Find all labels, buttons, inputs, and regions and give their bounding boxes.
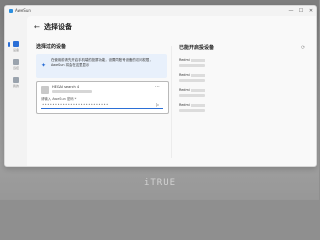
back-arrow-icon[interactable]: ← bbox=[34, 23, 42, 31]
main-content: ← 选择设备 选择过的设备 ✦ 在使用前请先开启手机端的投屏功能，设置同账号设备… bbox=[27, 16, 316, 166]
nearby-devices-title: 已能开启投设备 bbox=[179, 45, 215, 51]
device-id-redacted bbox=[179, 64, 205, 67]
device-id-redacted bbox=[52, 90, 92, 93]
sidebar-item-devices[interactable]: 设备 bbox=[8, 40, 24, 54]
app-window: AweSun — ☐ ✕ 设备 远控 我的 ← 选择设备 选择过的设备 ✦ 在使… bbox=[4, 5, 317, 167]
device-icon bbox=[13, 41, 19, 47]
list-item[interactable]: Redmi bbox=[179, 88, 299, 102]
send-icon[interactable]: ▷ bbox=[156, 102, 159, 108]
sidebar-item-label: 远控 bbox=[12, 66, 19, 70]
refresh-icon[interactable]: ⟳ bbox=[301, 45, 305, 51]
list-item[interactable]: Redmi bbox=[179, 58, 299, 72]
close-button[interactable]: ✕ bbox=[306, 7, 316, 15]
minimize-button[interactable]: — bbox=[286, 7, 296, 15]
list-item[interactable]: Redmi bbox=[179, 73, 299, 87]
remote-icon bbox=[13, 59, 19, 65]
app-logo-icon bbox=[9, 9, 13, 13]
watermark-logo: iTRUE bbox=[143, 178, 177, 188]
sidebar-item-me[interactable]: 我的 bbox=[8, 76, 24, 90]
sidebar-item-label: 设备 bbox=[12, 48, 19, 52]
nearby-device-name: Redmi bbox=[179, 103, 205, 108]
title-bar: AweSun — ☐ ✕ bbox=[5, 6, 316, 16]
device-id-redacted bbox=[179, 109, 205, 112]
column-divider bbox=[171, 46, 172, 158]
device-card[interactable]: HEGAI search 4 ⋯ 请输入 AweSun 密码 * •••••••… bbox=[36, 81, 169, 114]
device-id-redacted bbox=[179, 79, 205, 82]
device-id-redacted bbox=[179, 94, 205, 97]
user-icon bbox=[13, 77, 19, 83]
password-value: •••••••••••••••••••••••••• bbox=[42, 102, 109, 107]
nearby-device-name: Redmi bbox=[179, 88, 205, 93]
more-icon[interactable]: ⋯ bbox=[155, 85, 160, 90]
sidebar: 设备 远控 我的 bbox=[5, 16, 27, 166]
selected-devices-title: 选择过的设备 bbox=[36, 44, 67, 50]
sidebar-item-label: 我的 bbox=[12, 84, 19, 88]
list-item[interactable]: Redmi bbox=[179, 103, 299, 117]
sparkle-icon: ✦ bbox=[40, 62, 47, 69]
screen-photo: AweSun — ☐ ✕ 设备 远控 我的 ← 选择设备 选择过的设备 ✦ 在使… bbox=[0, 0, 319, 200]
page-title: 选择设备 bbox=[44, 23, 72, 31]
sidebar-item-remote[interactable]: 远控 bbox=[8, 58, 24, 72]
phone-icon bbox=[41, 86, 49, 94]
app-name: AweSun bbox=[15, 8, 31, 13]
nearby-device-name: Redmi bbox=[179, 73, 205, 78]
nearby-device-name: Redmi bbox=[179, 58, 205, 63]
maximize-button[interactable]: ☐ bbox=[296, 7, 306, 15]
active-indicator bbox=[8, 42, 10, 47]
help-card: ✦ 在使用前请先开启手机端的投屏功能，设置同账号设备的访问权限，AweSun 将… bbox=[36, 54, 167, 78]
password-field[interactable]: •••••••••••••••••••••••••• ▷ bbox=[41, 102, 163, 109]
help-text: 在使用前请先开启手机端的投屏功能，设置同账号设备的访问权限，AweSun 将会在… bbox=[51, 58, 153, 67]
